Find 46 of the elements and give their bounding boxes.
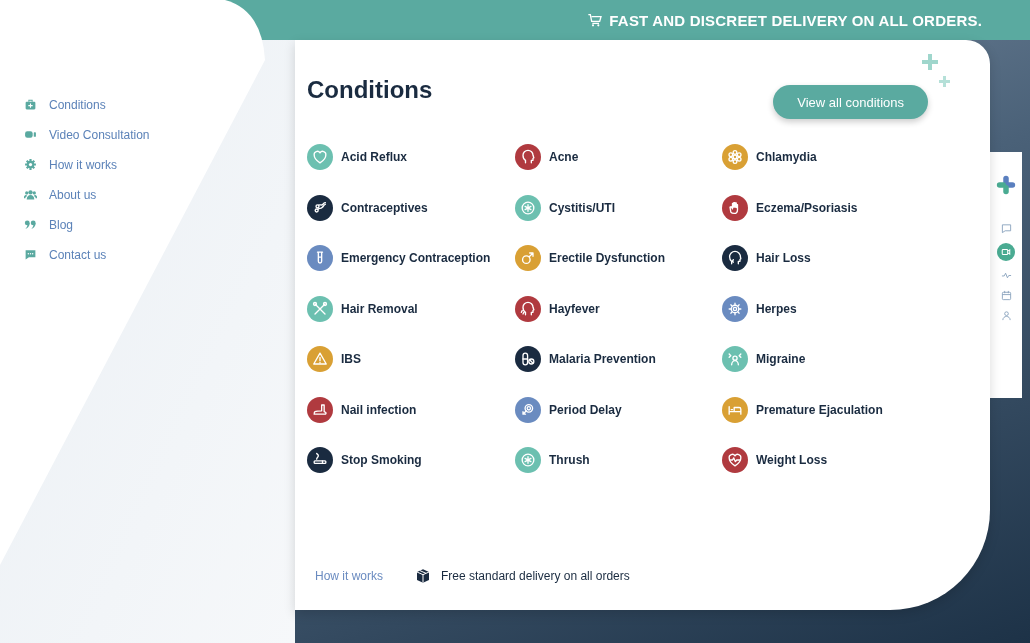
section-title: Conditions [307,76,433,104]
delivery-text: Free standard delivery on all orders [441,569,630,583]
cart-icon [587,12,604,28]
pulse-icon[interactable] [1000,270,1012,281]
video-call-button[interactable] [997,243,1015,261]
sidebar-link[interactable]: Blog [24,216,295,233]
sidebar-link[interactable]: Conditions [24,96,295,113]
medical-bag-icon [24,98,37,111]
condition-link[interactable]: Premature Ejaculation [722,396,952,423]
chat-icon[interactable] [1000,223,1012,234]
condition-link[interactable]: Acne [515,144,722,170]
condition-link[interactable]: Nail infection [307,396,515,423]
condition-link[interactable]: Hair Loss [722,245,952,271]
condition-link[interactable]: Herpes [722,295,952,322]
promo-text: FAST AND DISCREET DELIVERY ON ALL ORDERS. [587,11,982,29]
box-icon [415,568,431,584]
condition-link[interactable]: Acid Reflux [307,144,515,170]
condition-link[interactable]: Thrush [515,447,722,473]
sidebar-link[interactable]: How it works [24,156,295,173]
settings-icon [24,158,37,171]
sidebar-link[interactable]: About us [24,186,295,203]
logo-icon [995,174,1017,196]
condition-link[interactable]: Migraine [722,346,952,372]
video-camera-icon [24,128,37,141]
video-camera-icon [1001,247,1011,257]
user-icon[interactable] [1000,310,1012,321]
sidebar-link[interactable]: Video Consultation [24,126,295,143]
condition-link[interactable]: Malaria Prevention [515,346,722,372]
chat-icon [24,248,37,261]
condition-link[interactable]: Cystitis/UTI [515,194,722,221]
condition-link[interactable]: Hayfever [515,295,722,322]
condition-link[interactable]: Weight Loss [722,447,952,473]
condition-link[interactable]: Emergency Contraception [307,245,515,271]
condition-link[interactable]: Hair Removal [307,295,515,322]
how-it-works-link[interactable]: How it works [315,569,383,583]
condition-link[interactable]: Erectile Dysfunction [515,245,722,271]
condition-link[interactable]: Contraceptives [307,194,515,221]
sidebar-link[interactable]: Contact us [24,246,295,263]
calendar-icon[interactable] [1000,290,1012,301]
quote-icon [24,218,37,231]
condition-link[interactable]: Period Delay [515,396,722,423]
condition-link[interactable]: IBS [307,346,515,372]
people-icon [24,188,37,201]
condition-link[interactable]: Chlamydia [722,144,952,170]
condition-link[interactable]: Eczema/Psoriasis [722,194,952,221]
condition-link[interactable]: Stop Smoking [307,447,515,473]
